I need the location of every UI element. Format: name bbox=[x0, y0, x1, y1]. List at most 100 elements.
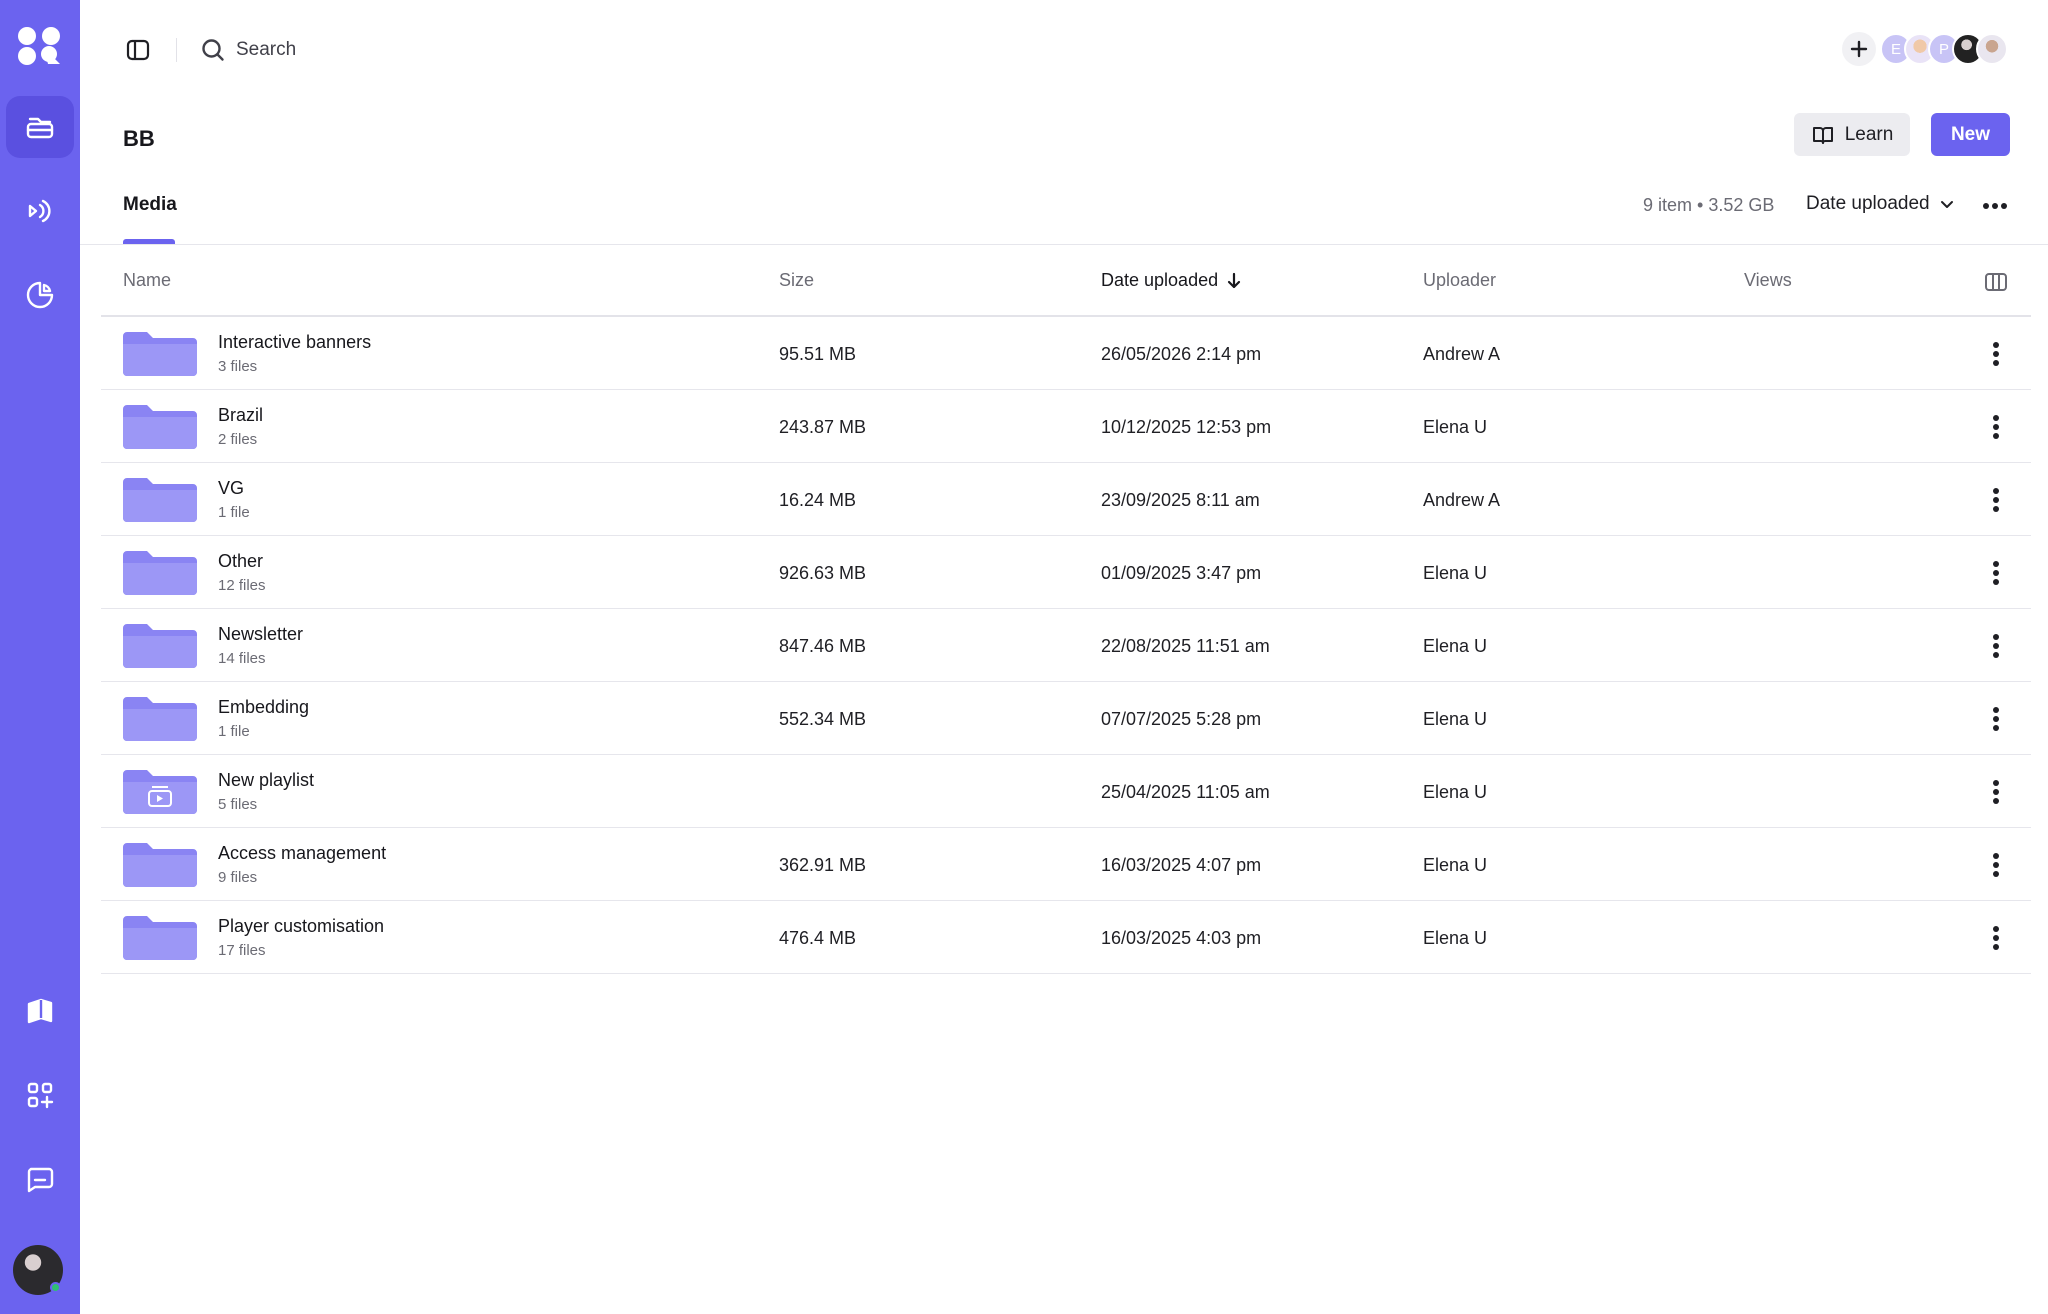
row-menu-button[interactable] bbox=[1985, 413, 2007, 441]
table-row[interactable]: New playlist 5 files 25/04/2025 11:05 am… bbox=[101, 755, 2031, 828]
tab-media[interactable]: Media bbox=[123, 194, 177, 216]
row-menu-button[interactable] bbox=[1985, 486, 2007, 514]
column-header-date[interactable]: Date uploaded bbox=[1101, 270, 1242, 291]
row-name[interactable]: Player customisation bbox=[218, 916, 384, 937]
collaborators-bar: E P bbox=[1842, 32, 2008, 66]
folder-icon bbox=[123, 624, 197, 668]
row-uploader: Elena U bbox=[1423, 709, 1488, 729]
row-menu-button[interactable] bbox=[1985, 632, 2007, 660]
row-name[interactable]: Embedding bbox=[218, 697, 309, 718]
media-table: Name Size Date uploaded Uploader Views I… bbox=[101, 255, 2031, 974]
sidebar-item-channels[interactable] bbox=[6, 180, 74, 242]
page-title: BB bbox=[123, 126, 155, 151]
folder-icon bbox=[123, 916, 197, 960]
row-size: 926.63 MB bbox=[779, 563, 867, 583]
user-avatar[interactable] bbox=[11, 1243, 65, 1297]
sidebar bbox=[0, 0, 80, 1314]
row-uploader: Elena U bbox=[1423, 563, 1488, 583]
invite-button[interactable] bbox=[1842, 32, 1876, 66]
row-uploader: Elena U bbox=[1423, 855, 1488, 875]
row-file-count: 2 files bbox=[218, 431, 258, 448]
table-row[interactable]: Embedding 1 file 552.34 MB 07/07/2025 5:… bbox=[101, 682, 2031, 755]
sidebar-toggle-button[interactable] bbox=[124, 36, 152, 64]
row-menu-button[interactable] bbox=[1985, 778, 2007, 806]
learn-button[interactable]: Learn bbox=[1794, 113, 1910, 156]
search-box[interactable]: Search bbox=[200, 34, 296, 66]
kebab-menu-icon bbox=[1993, 707, 1999, 731]
table-row[interactable]: Newsletter 14 files 847.46 MB 22/08/2025… bbox=[101, 609, 2031, 682]
column-header-name[interactable]: Name bbox=[123, 270, 171, 291]
row-menu-button[interactable] bbox=[1985, 851, 2007, 879]
chevron-down-icon bbox=[1940, 201, 1953, 208]
row-size: 476.4 MB bbox=[779, 928, 857, 948]
row-file-count: 14 files bbox=[218, 650, 266, 667]
row-menu-button[interactable] bbox=[1985, 924, 2007, 952]
row-menu-button[interactable] bbox=[1985, 705, 2007, 733]
online-status-indicator bbox=[50, 1282, 61, 1293]
row-uploader: Andrew A bbox=[1423, 490, 1501, 510]
folder-icon bbox=[123, 697, 197, 741]
sidebar-item-media[interactable] bbox=[6, 96, 74, 158]
column-header-uploader[interactable]: Uploader bbox=[1423, 270, 1496, 291]
row-name[interactable]: Brazil bbox=[218, 405, 263, 426]
row-file-count: 12 files bbox=[218, 577, 266, 594]
row-uploader: Andrew A bbox=[1423, 344, 1501, 364]
row-menu-button[interactable] bbox=[1985, 340, 2007, 368]
row-file-count: 17 files bbox=[218, 942, 266, 959]
new-button[interactable]: New bbox=[1931, 113, 2010, 156]
row-name[interactable]: Interactive banners bbox=[218, 332, 371, 353]
row-size: 552.34 MB bbox=[779, 709, 867, 729]
row-name[interactable]: Other bbox=[218, 551, 263, 572]
kebab-menu-icon bbox=[1993, 853, 1999, 877]
row-file-count: 1 file bbox=[218, 504, 250, 521]
row-file-count: 9 files bbox=[218, 869, 258, 886]
row-size: 16.24 MB bbox=[779, 490, 857, 510]
folder-icon bbox=[123, 332, 197, 376]
collaborator-avatar[interactable] bbox=[1976, 33, 2008, 65]
row-date-uploaded: 23/09/2025 8:11 am bbox=[1101, 490, 1260, 510]
row-date-uploaded: 16/03/2025 4:03 pm bbox=[1101, 928, 1262, 948]
kebab-menu-icon bbox=[1993, 561, 1999, 585]
sort-dropdown[interactable]: Date uploaded bbox=[1806, 193, 1956, 215]
row-name[interactable]: Newsletter bbox=[218, 624, 303, 645]
sidebar-item-courses[interactable] bbox=[6, 980, 74, 1042]
row-uploader: Elena U bbox=[1423, 636, 1488, 656]
sidebar-toggle-icon bbox=[126, 39, 150, 61]
courses-icon bbox=[27, 998, 53, 1024]
channels-icon bbox=[28, 199, 51, 223]
table-row[interactable]: VG 1 file 16.24 MB 23/09/2025 8:11 am An… bbox=[101, 463, 2031, 536]
table-row[interactable]: Other 12 files 926.63 MB 01/09/2025 3:47… bbox=[101, 536, 2031, 609]
row-date-uploaded: 22/08/2025 11:51 am bbox=[1101, 636, 1270, 656]
table-body: Interactive banners 3 files 95.51 MB 26/… bbox=[101, 317, 2031, 974]
row-uploader: Elena U bbox=[1423, 782, 1488, 802]
row-date-uploaded: 25/04/2025 11:05 am bbox=[1101, 782, 1270, 802]
logo-icon[interactable] bbox=[14, 24, 66, 68]
table-row[interactable]: Player customisation 17 files 476.4 MB 1… bbox=[101, 901, 2031, 974]
kebab-menu-icon bbox=[1993, 926, 1999, 950]
table-row[interactable]: Interactive banners 3 files 95.51 MB 26/… bbox=[101, 317, 2031, 390]
column-header-size[interactable]: Size bbox=[779, 270, 814, 291]
column-header-views[interactable]: Views bbox=[1744, 270, 1792, 291]
playlist-folder-icon bbox=[123, 770, 197, 814]
sidebar-item-analytics[interactable] bbox=[6, 264, 74, 326]
row-name[interactable]: VG bbox=[218, 478, 244, 499]
row-file-count: 5 files bbox=[218, 796, 258, 813]
row-uploader: Elena U bbox=[1423, 928, 1488, 948]
row-name[interactable]: Access management bbox=[218, 843, 386, 864]
sidebar-item-chat[interactable] bbox=[6, 1148, 74, 1210]
folder-icon bbox=[123, 405, 197, 449]
columns-icon[interactable] bbox=[1983, 269, 2009, 295]
kebab-menu-icon bbox=[1993, 415, 1999, 439]
row-name[interactable]: New playlist bbox=[218, 770, 314, 791]
learn-label: Learn bbox=[1844, 123, 1894, 145]
row-menu-button[interactable] bbox=[1985, 559, 2007, 587]
table-row[interactable]: Brazil 2 files 243.87 MB 10/12/2025 12:5… bbox=[101, 390, 2031, 463]
row-size: 362.91 MB bbox=[779, 855, 867, 875]
media-library-icon bbox=[26, 117, 54, 139]
more-options-button[interactable] bbox=[1980, 198, 2010, 214]
sidebar-item-integrations[interactable] bbox=[6, 1064, 74, 1126]
table-row[interactable]: Access management 9 files 362.91 MB 16/0… bbox=[101, 828, 2031, 901]
plus-icon bbox=[1850, 40, 1868, 58]
kebab-menu-icon bbox=[1993, 342, 1999, 366]
integrations-icon bbox=[27, 1082, 54, 1109]
